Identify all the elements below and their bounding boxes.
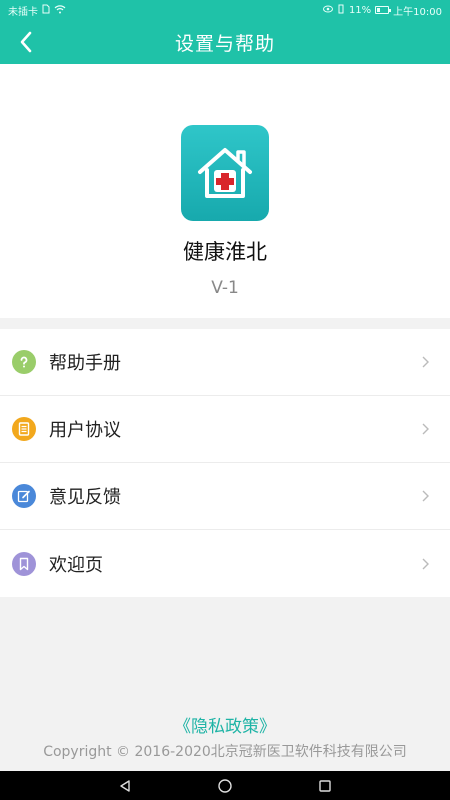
- nav-home-button[interactable]: [215, 776, 235, 796]
- back-button[interactable]: [6, 20, 46, 64]
- app-info-card: 健康淮北 V-1: [0, 64, 450, 318]
- chevron-right-icon: [422, 423, 429, 435]
- chevron-right-icon: [422, 356, 429, 368]
- app-logo-icon: [181, 125, 269, 221]
- nav-recents-button[interactable]: [315, 776, 335, 796]
- nav-back-button[interactable]: [115, 776, 135, 796]
- vibrate-icon: [337, 4, 345, 17]
- status-right: 11% 上午10:00: [322, 3, 442, 18]
- menu-label: 意见反馈: [49, 487, 121, 508]
- time-text: 上午10:00: [393, 6, 442, 18]
- bookmark-icon: [12, 551, 36, 576]
- menu-item-feedback[interactable]: 意见反馈: [0, 463, 450, 530]
- back-arrow-icon: [20, 31, 32, 53]
- chevron-right-icon: [422, 558, 429, 569]
- menu-item-user-agreement[interactable]: 用户协议: [0, 396, 450, 463]
- eye-icon: [322, 5, 333, 16]
- edit-icon: [12, 484, 36, 508]
- privacy-policy-link[interactable]: 《隐私政策》: [0, 712, 450, 737]
- menu-item-help-manual[interactable]: 帮助手册: [0, 329, 450, 396]
- status-left: 未插卡: [8, 3, 66, 18]
- page-title: 设置与帮助: [174, 32, 275, 55]
- settings-menu: 帮助手册 用户协议 意见反馈 欢迎页: [0, 329, 450, 597]
- app-version: V-1: [211, 278, 239, 298]
- document-icon: [12, 417, 36, 441]
- app-bar: 设置与帮助: [0, 20, 450, 64]
- chevron-right-icon: [422, 490, 429, 502]
- carrier-text: 未插卡: [8, 6, 38, 18]
- triangle-back-icon: [120, 779, 130, 792]
- wifi-icon: [54, 4, 66, 17]
- help-icon: [12, 350, 36, 374]
- menu-label: 欢迎页: [49, 554, 103, 576]
- menu-label: 帮助手册: [49, 353, 121, 374]
- square-recents-icon: [319, 779, 331, 792]
- circle-home-icon: [218, 778, 232, 793]
- menu-label: 用户协议: [49, 420, 121, 441]
- system-nav-bar: [0, 771, 450, 800]
- sim-icon: [42, 4, 50, 17]
- copyright-text: Copyright © 2016-2020北京冠新医卫软件科技有限公司: [43, 744, 407, 760]
- battery-icon: [375, 6, 392, 14]
- status-bar: 未插卡 11% 上午10:00: [0, 0, 450, 20]
- app-name: 健康淮北: [183, 240, 267, 264]
- battery-text: 11%: [348, 4, 372, 16]
- menu-item-welcome-page[interactable]: 欢迎页: [0, 530, 450, 597]
